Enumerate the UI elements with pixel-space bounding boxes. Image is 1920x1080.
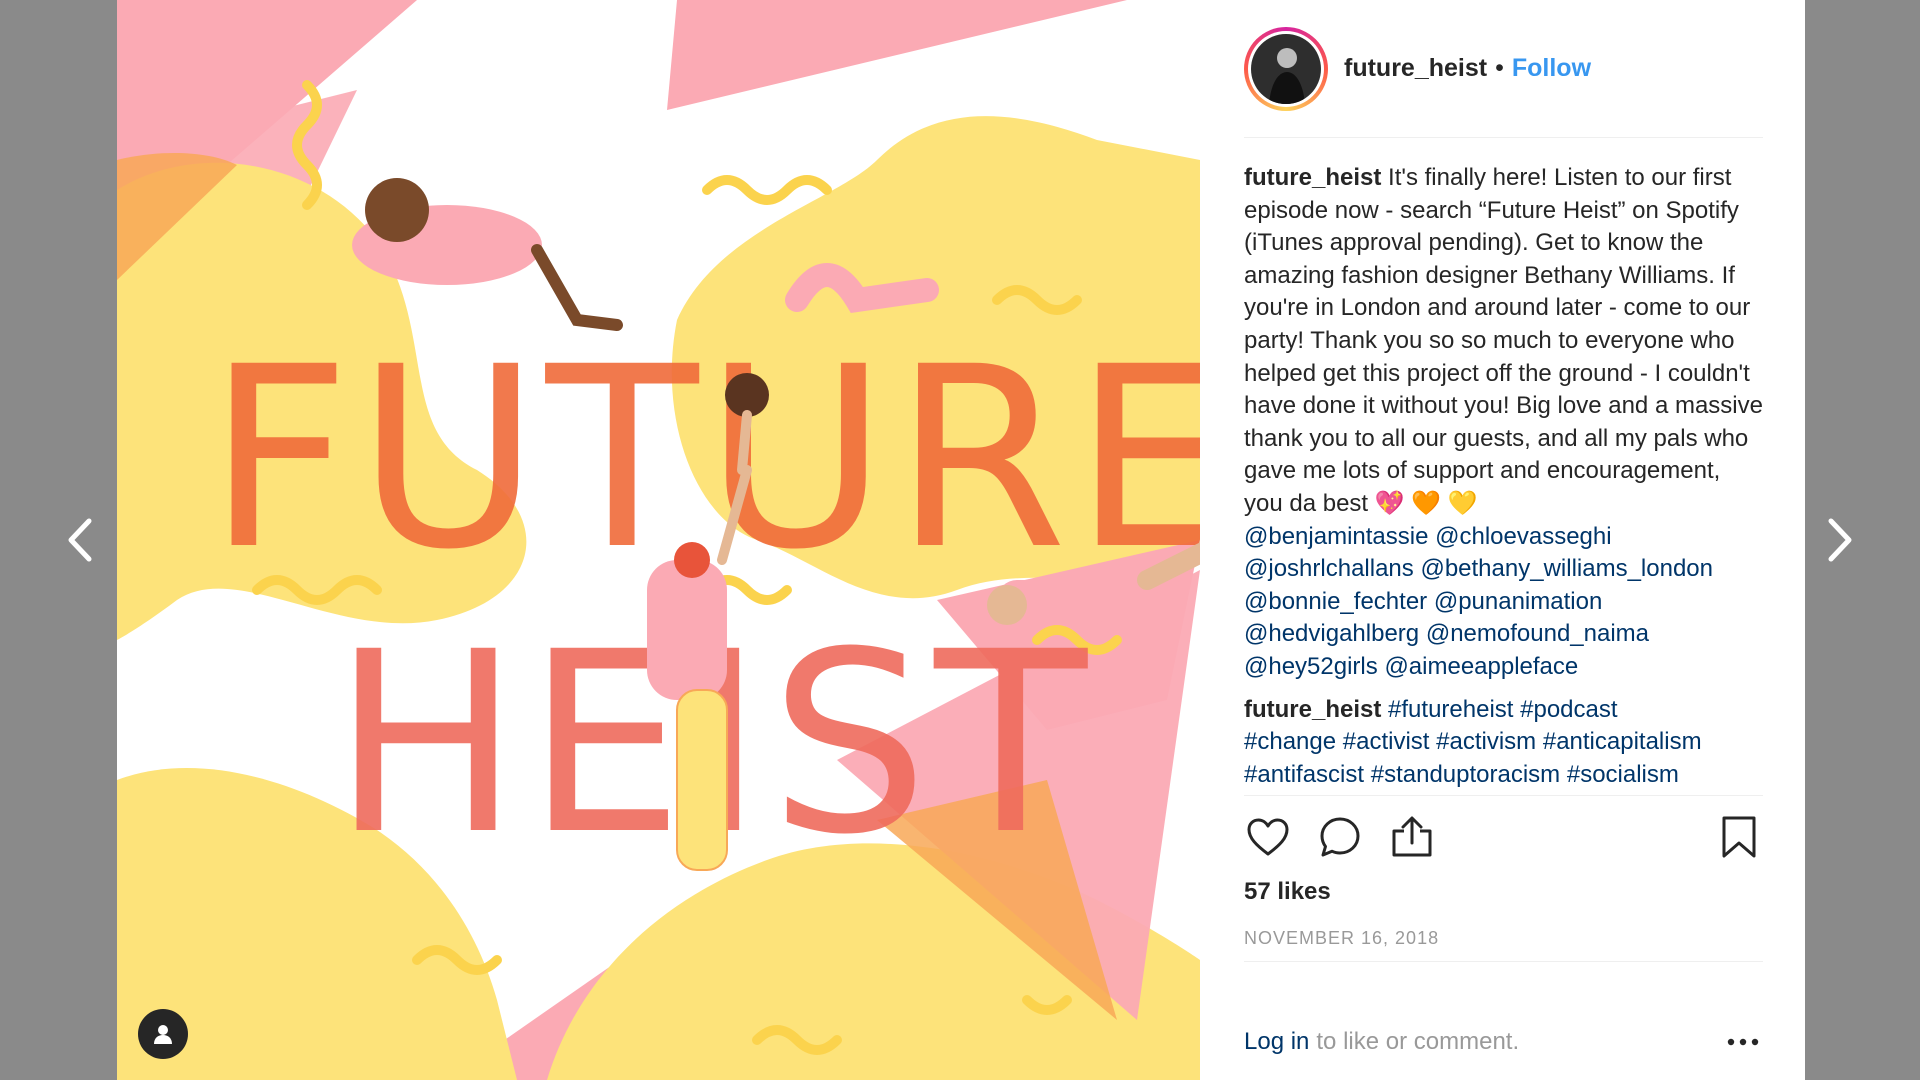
chevron-right-icon — [1828, 518, 1852, 562]
header-separator: • — [1495, 54, 1504, 82]
follow-button[interactable]: Follow — [1512, 54, 1591, 83]
caption-username[interactable]: future_heist — [1244, 164, 1381, 191]
hashtag-link[interactable]: #change — [1244, 728, 1336, 755]
mention-link[interactable]: @chloevasseghi — [1435, 523, 1611, 550]
heart-icon — [1247, 818, 1289, 856]
post-header: future_heist • Follow — [1244, 0, 1763, 138]
post-caption: future_heist It's finally here! Listen t… — [1244, 138, 1763, 684]
likes-count[interactable]: 57 likes — [1244, 878, 1763, 906]
hashtag-link[interactable]: #antifascist — [1244, 761, 1364, 788]
mention-link[interactable]: @hedvigahlberg — [1244, 620, 1419, 647]
comment-icon — [1320, 817, 1360, 857]
login-prompt: Log in to like or comment. — [1244, 1028, 1763, 1056]
action-bar — [1244, 796, 1763, 878]
mention-link[interactable]: @joshrlchallans — [1244, 555, 1414, 582]
more-options-button[interactable] — [1723, 1032, 1763, 1052]
mention-link[interactable]: @bethany_williams_london — [1420, 555, 1713, 582]
header-username[interactable]: future_heist — [1344, 54, 1487, 83]
comment-username[interactable]: future_heist — [1244, 696, 1381, 723]
save-button[interactable] — [1715, 813, 1763, 861]
post-sidebar: future_heist • Follow future_heist It's … — [1200, 0, 1805, 1080]
mention-link[interactable]: @aimeeappleface — [1384, 653, 1578, 680]
mention-link[interactable]: @punanimation — [1434, 588, 1602, 615]
hashtag-link[interactable]: #standuptoracism — [1371, 761, 1560, 788]
avatar[interactable] — [1244, 26, 1328, 111]
hashtag-link[interactable]: #futureheist — [1388, 696, 1513, 723]
next-post-arrow[interactable] — [1810, 510, 1870, 570]
mention-link[interactable]: @benjamintassie — [1244, 523, 1428, 550]
hashtag-link[interactable]: #podcast — [1520, 696, 1617, 723]
bookmark-icon — [1722, 816, 1756, 858]
mention-link[interactable]: @nemofound_naima — [1426, 620, 1649, 647]
comment-button[interactable] — [1316, 813, 1364, 861]
future-heist-artwork: FUTURE HEIST — [117, 0, 1200, 1080]
post-dialog: FUTURE HEIST — [117, 0, 1805, 1080]
login-prompt-text: to like or comment. — [1316, 1028, 1520, 1055]
prev-post-arrow[interactable] — [50, 510, 110, 570]
hashtag-link[interactable]: #activist — [1343, 728, 1430, 755]
login-link[interactable]: Log in — [1244, 1028, 1309, 1056]
post-date: NOVEMBER 16, 2018 — [1244, 928, 1763, 963]
more-dots-icon — [1727, 1038, 1759, 1046]
share-button[interactable] — [1388, 813, 1436, 861]
hashtag-comment: future_heist #futureheist #podcast #chan… — [1244, 694, 1763, 792]
share-icon — [1392, 816, 1432, 857]
hashtag-link[interactable]: #activism — [1436, 728, 1536, 755]
post-image: FUTURE HEIST — [117, 0, 1200, 1080]
hashtag-link[interactable]: #anticapitalism — [1543, 728, 1702, 755]
caption-text: It's finally here! Listen to our first e… — [1244, 164, 1763, 517]
mention-link[interactable]: @hey52girls — [1244, 653, 1378, 680]
chevron-left-icon — [68, 518, 92, 562]
mention-link[interactable]: @bonnie_fechter — [1244, 588, 1427, 615]
user-tag-icon[interactable] — [138, 1009, 188, 1059]
hashtag-link[interactable]: #socialism — [1567, 761, 1679, 788]
like-button[interactable] — [1244, 813, 1292, 861]
